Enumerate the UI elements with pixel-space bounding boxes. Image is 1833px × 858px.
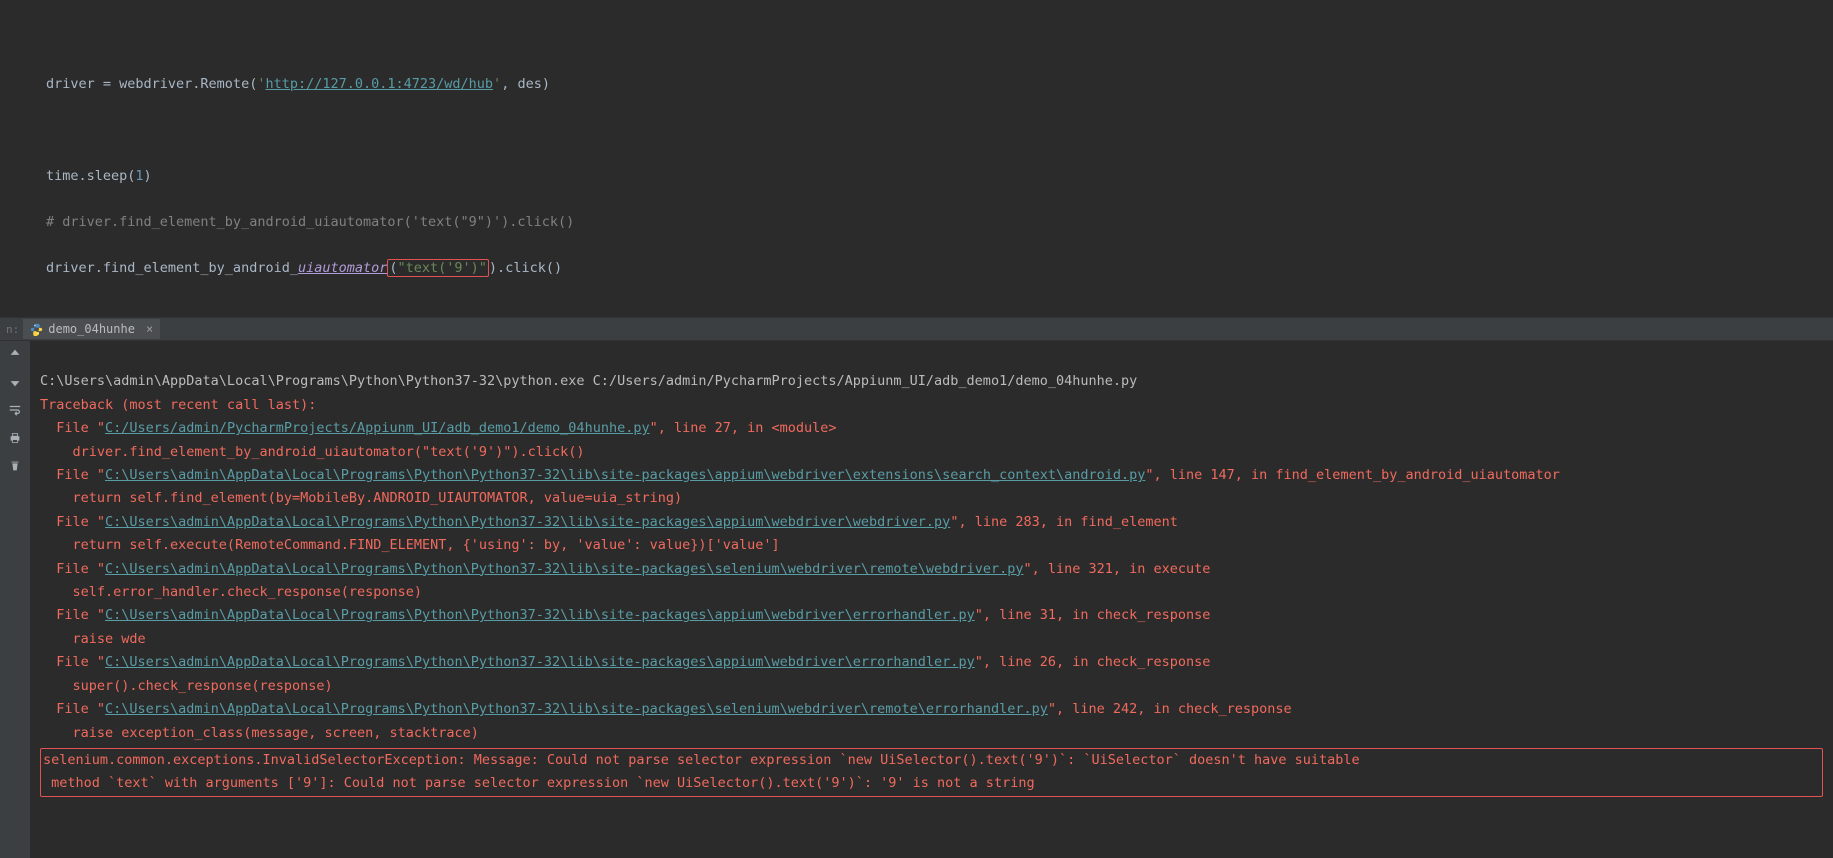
traceback-frame: File "C:\Users\admin\AppData\Local\Progr… xyxy=(40,467,1560,483)
scroll-up-button[interactable] xyxy=(6,345,24,363)
file-link[interactable]: C:\Users\admin\AppData\Local\Programs\Py… xyxy=(105,467,1145,483)
traceback-code: self.error_handler.check_response(respon… xyxy=(40,584,422,600)
traceback-code: raise exception_class(message, screen, s… xyxy=(40,725,479,741)
file-link[interactable]: C:\Users\admin\AppData\Local\Programs\Py… xyxy=(105,607,975,623)
print-button[interactable] xyxy=(6,429,24,447)
traceback-header: Traceback (most recent call last): xyxy=(40,397,316,413)
code-text: driver.find_element_by_android_ xyxy=(46,260,298,276)
panel-label: n: xyxy=(2,323,23,336)
code-editor[interactable]: driver = webdriver.Remote( 'http://127.0.… xyxy=(0,0,1833,317)
file-link[interactable]: C:\Users\admin\AppData\Local\Programs\Py… xyxy=(105,514,950,530)
delete-button[interactable] xyxy=(6,457,24,475)
code-text xyxy=(46,30,70,46)
file-link[interactable]: C:\Users\admin\AppData\Local\Programs\Py… xyxy=(105,701,1048,717)
string-literal: ' xyxy=(493,76,501,92)
method-name: uiautomator xyxy=(298,260,387,276)
traceback-frame: File "C:\Users\admin\AppData\Local\Progr… xyxy=(40,561,1210,577)
code-text: ) xyxy=(144,168,152,184)
traceback-code: driver.find_element_by_android_uiautomat… xyxy=(40,444,585,460)
file-link[interactable]: C:\Users\admin\AppData\Local\Programs\Py… xyxy=(105,561,1023,577)
code-line xyxy=(46,27,1833,50)
code-line: time.sleep(1) xyxy=(46,165,1833,188)
traceback-frame: File "C:\Users\admin\AppData\Local\Progr… xyxy=(40,607,1210,623)
traceback-frame: File "C:\Users\admin\AppData\Local\Progr… xyxy=(40,514,1178,530)
traceback-code: super().check_response(response) xyxy=(40,678,333,694)
console-cmd: C:\Users\admin\AppData\Local\Programs\Py… xyxy=(40,373,1137,389)
console-output[interactable]: C:\Users\admin\AppData\Local\Programs\Py… xyxy=(30,341,1833,858)
highlighted-args: ("text('9')" xyxy=(387,259,489,277)
traceback-frame: File "C:/Users/admin/PycharmProjects/App… xyxy=(40,420,837,436)
run-panel-header: n: demo_04hunhe × xyxy=(0,317,1833,341)
code-text: time.sleep( xyxy=(46,168,135,184)
file-link[interactable]: C:/Users/admin/PycharmProjects/Appiunm_U… xyxy=(105,420,650,436)
run-tab[interactable]: demo_04hunhe × xyxy=(23,319,160,339)
url-literal[interactable]: http://127.0.0.1:4723/wd/hub xyxy=(265,76,493,92)
traceback-frame: File "C:\Users\admin\AppData\Local\Progr… xyxy=(40,701,1292,717)
code-text: click() xyxy=(505,260,562,276)
code-line: driver.find_element_by_android_uiautomat… xyxy=(46,257,1833,280)
run-tab-label: demo_04hunhe xyxy=(48,322,135,336)
traceback-code: raise wde xyxy=(40,631,146,647)
code-line: driver = webdriver.Remote( 'http://127.0.… xyxy=(46,73,1833,96)
code-text: driver = webdriver.Remote( xyxy=(46,76,257,92)
code-line xyxy=(46,119,1833,142)
number-literal: 1 xyxy=(135,168,143,184)
close-icon[interactable]: × xyxy=(146,322,153,336)
traceback-code: return self.find_element(by=MobileBy.AND… xyxy=(40,490,682,506)
traceback-frame: File "C:\Users\admin\AppData\Local\Progr… xyxy=(40,654,1210,670)
run-toolbar xyxy=(0,341,30,858)
code-text: , des) xyxy=(501,76,550,92)
scroll-down-button[interactable] xyxy=(6,373,24,391)
highlighted-error: selenium.common.exceptions.InvalidSelect… xyxy=(40,748,1823,797)
file-link[interactable]: C:\Users\admin\AppData\Local\Programs\Py… xyxy=(105,654,975,670)
run-panel-body: C:\Users\admin\AppData\Local\Programs\Py… xyxy=(0,341,1833,858)
python-file-icon xyxy=(30,323,43,336)
comment-text: # driver.find_element_by_android_uiautom… xyxy=(46,214,574,230)
traceback-code: return self.execute(RemoteCommand.FIND_E… xyxy=(40,537,780,553)
soft-wrap-button[interactable] xyxy=(6,401,24,419)
code-line: # driver.find_element_by_android_uiautom… xyxy=(46,211,1833,234)
